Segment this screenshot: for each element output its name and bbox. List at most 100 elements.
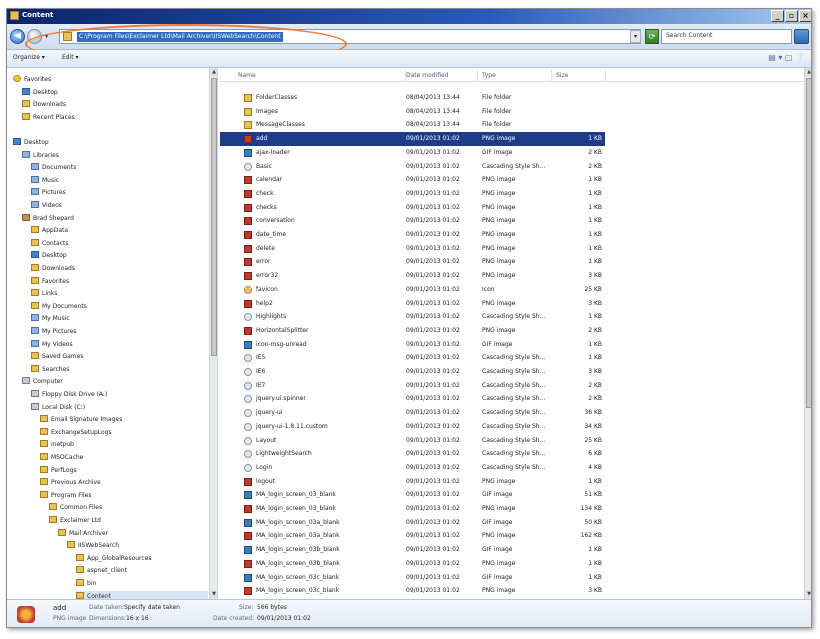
- scroll-up-icon[interactable]: ▲: [210, 68, 217, 77]
- address-dropdown-button[interactable]: ▾: [630, 30, 641, 43]
- nav-item[interactable]: Local Disk (C:): [31, 402, 85, 414]
- nav-item[interactable]: Pictures: [31, 187, 66, 199]
- file-row[interactable]: Images 08/04/2013 13:44 File folder: [220, 105, 605, 119]
- file-row[interactable]: MA_login_screen_03_blank 09/01/2013 01:02…: [220, 502, 605, 516]
- details-date-taken-value[interactable]: Specify date taken: [124, 604, 180, 611]
- column-header-date[interactable]: Date modified: [402, 70, 478, 81]
- file-row[interactable]: error 09/01/2013 01:02 PNG image 1 KB: [220, 255, 605, 269]
- nav-item[interactable]: My Pictures: [31, 326, 76, 338]
- nav-scroll-thumb[interactable]: [211, 78, 217, 356]
- refresh-button[interactable]: ⟳: [645, 29, 659, 44]
- file-row[interactable]: IE6 09/01/2013 01:02 Cascading Style Sh...…: [220, 365, 605, 379]
- close-button[interactable]: ×: [799, 10, 811, 22]
- file-row[interactable]: jquery.ui.spinner 09/01/2013 01:02 Cascadi…: [220, 392, 605, 406]
- nav-item[interactable]: Saved Games: [31, 351, 83, 363]
- nav-item[interactable]: Program Files: [40, 490, 91, 502]
- nav-scrollbar[interactable]: ▲ ▼: [209, 68, 217, 599]
- file-row[interactable]: MA_login_screen_03b_blank 09/01/2013 01:0…: [220, 543, 605, 557]
- scroll-up-icon[interactable]: ▲: [805, 68, 811, 77]
- nav-item[interactable]: bin: [76, 578, 96, 590]
- file-row[interactable]: icon-msg-unread 09/01/2013 01:02 GIF image…: [220, 338, 605, 352]
- file-row[interactable]: MessageClasses 08/04/2013 13:44 File folde…: [220, 118, 605, 132]
- file-row[interactable]: Basic 09/01/2013 01:02 Cascading Style Sh.…: [220, 160, 605, 174]
- nav-item[interactable]: Searches: [31, 364, 69, 376]
- nav-item[interactable]: Favorites: [31, 276, 69, 288]
- nav-item[interactable]: Desktop: [31, 250, 67, 262]
- organize-menu[interactable]: Organize ▾: [13, 54, 45, 61]
- search-icon[interactable]: [794, 29, 809, 44]
- file-row[interactable]: error32 09/01/2013 01:02 PNG image 3 KB: [220, 269, 605, 283]
- file-row[interactable]: favicon 09/01/2013 01:02 Icon 25 KB: [220, 283, 605, 297]
- nav-item[interactable]: Floppy Disk Drive (A:): [31, 389, 107, 401]
- nav-item[interactable]: Downloads: [22, 99, 66, 111]
- nav-item[interactable]: Music: [31, 175, 59, 187]
- file-row[interactable]: MA_login_screen_03b_blank 09/01/2013 01:0…: [220, 557, 605, 571]
- forward-button[interactable]: ▶: [27, 29, 42, 44]
- file-row[interactable]: IE5 09/01/2013 01:02 Cascading Style Sh...…: [220, 351, 605, 365]
- file-row[interactable]: IE7 09/01/2013 01:02 Cascading Style Sh...…: [220, 379, 605, 393]
- edit-menu[interactable]: Edit ▾: [62, 54, 79, 61]
- file-row[interactable]: MA_login_screen_03a_blank 09/01/2013 01:0…: [220, 516, 605, 530]
- nav-item[interactable]: Links: [31, 288, 57, 300]
- nav-item[interactable]: Desktop: [22, 87, 58, 99]
- views-icons[interactable]: ▤ ▾ ▢ ❔: [768, 53, 805, 62]
- nav-item[interactable]: My Videos: [31, 339, 73, 351]
- minimize-button[interactable]: _: [771, 10, 784, 22]
- file-row[interactable]: logout 09/01/2013 01:02 PNG image 1 KB: [220, 475, 605, 489]
- scroll-down-icon[interactable]: ▼: [210, 590, 217, 599]
- scroll-down-icon[interactable]: ▼: [805, 590, 811, 599]
- file-row[interactable]: LightweightSearch 09/01/2013 01:02 Cascadi…: [220, 447, 605, 461]
- nav-item[interactable]: Common Files: [49, 502, 102, 514]
- column-header-type[interactable]: Type: [478, 70, 552, 81]
- file-row[interactable]: check 09/01/2013 01:02 PNG image 1 KB: [220, 187, 605, 201]
- file-row[interactable]: delete 09/01/2013 01:02 PNG image 1 KB: [220, 242, 605, 256]
- nav-item[interactable]: ExchangeSetupLogs: [40, 427, 112, 439]
- nav-item[interactable]: Documents: [31, 162, 76, 174]
- file-row[interactable]: MA_login_screen_03_blank 09/01/2013 01:02…: [220, 488, 605, 502]
- nav-item[interactable]: Previous Archive: [40, 477, 101, 489]
- nav-item[interactable]: App_GlobalResources: [76, 553, 152, 565]
- nav-item[interactable]: Contacts: [31, 238, 68, 250]
- file-row[interactable]: Login 09/01/2013 01:02 Cascading Style Sh.…: [220, 461, 605, 475]
- nav-item[interactable]: AppData: [31, 225, 68, 237]
- recent-pages-dropdown-icon[interactable]: ▾: [45, 33, 48, 40]
- nav-item[interactable]: Email Signature Images: [40, 414, 122, 426]
- address-path[interactable]: C:\Program Files\Exclaimer Ltd\Mail Arch…: [77, 32, 283, 42]
- column-header-name[interactable]: Name: [234, 70, 406, 81]
- nav-item[interactable]: Mail Archiver: [58, 528, 108, 540]
- maximize-button[interactable]: ▫: [785, 10, 798, 22]
- file-row[interactable]: jquery-ui-1.8.11.custom 09/01/2013 01:02 C…: [220, 420, 605, 434]
- nav-item[interactable]: PerfLogs: [40, 465, 77, 477]
- file-row[interactable]: FolderClasses 08/04/2013 13:44 File folder: [220, 91, 605, 105]
- address-input[interactable]: C:\Program Files\Exclaimer Ltd\Mail Arch…: [59, 29, 641, 44]
- nav-item[interactable]: aspnet_client: [76, 565, 127, 577]
- file-row[interactable]: MA_login_screen_03c_blank 09/01/2013 01:0…: [220, 571, 605, 585]
- nav-item[interactable]: Brad Shepard: [22, 213, 74, 225]
- nav-item[interactable]: My Documents: [31, 301, 87, 313]
- file-row[interactable]: Layout 09/01/2013 01:02 Cascading Style Sh…: [220, 434, 605, 448]
- file-row[interactable]: conversation 09/01/2013 01:02 PNG image 1 K…: [220, 214, 605, 228]
- search-input[interactable]: Search Content: [661, 29, 792, 44]
- nav-item[interactable]: Favorites: [13, 74, 51, 86]
- back-button[interactable]: ◀: [10, 29, 25, 44]
- file-row[interactable]: jquery-ui 09/01/2013 01:02 Cascading Style…: [220, 406, 605, 420]
- nav-item[interactable]: Videos: [31, 200, 62, 212]
- nav-item[interactable]: Libraries: [22, 150, 59, 162]
- file-row[interactable]: HorizontalSplitter 09/01/2013 01:02 PNG im…: [220, 324, 605, 338]
- file-row[interactable]: ajax-loader 09/01/2013 01:02 GIF image 2 KB: [220, 146, 605, 160]
- file-row[interactable]: MA_login_screen_03a_blank 09/01/2013 01:0…: [220, 529, 605, 543]
- file-row[interactable]: add 09/01/2013 01:02 PNG image 1 KB: [220, 132, 605, 146]
- nav-item[interactable]: My Music: [31, 313, 70, 325]
- nav-item[interactable]: Desktop: [13, 137, 49, 149]
- nav-item[interactable]: Exclaimer Ltd: [49, 515, 101, 527]
- column-header-size[interactable]: Size: [552, 70, 606, 81]
- nav-item[interactable]: Computer: [22, 376, 63, 388]
- nav-item[interactable]: IISWebSearch: [67, 540, 119, 552]
- file-row[interactable]: help2 09/01/2013 01:02 PNG image 3 KB: [220, 297, 605, 311]
- file-row[interactable]: calendar 09/01/2013 01:02 PNG image 1 KB: [220, 173, 605, 187]
- file-list-scrollbar[interactable]: ▲ ▼: [804, 68, 811, 599]
- file-scroll-thumb[interactable]: [806, 78, 811, 408]
- file-row[interactable]: Highlights 09/01/2013 01:02 Cascading Styl…: [220, 310, 605, 324]
- file-row[interactable]: date_time 09/01/2013 01:02 PNG image 1 KB: [220, 228, 605, 242]
- nav-item[interactable]: MSOCache: [40, 452, 83, 464]
